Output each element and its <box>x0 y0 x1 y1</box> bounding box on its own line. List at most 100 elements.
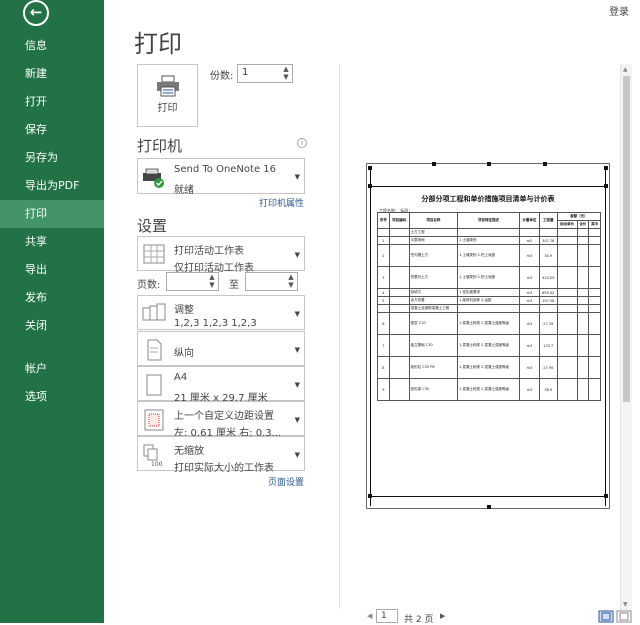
no-scaling-icon: 100 <box>143 444 163 467</box>
print-button[interactable]: 打印 <box>137 64 198 127</box>
table-cell <box>576 244 590 267</box>
table-cell: 8 <box>377 356 390 379</box>
nav-options[interactable]: 选项 <box>0 383 104 411</box>
table-cell <box>576 266 590 289</box>
nav-export-pdf[interactable]: 导出为PDF <box>0 172 104 200</box>
paper-title: A4 <box>174 372 188 383</box>
table-cell <box>588 228 601 237</box>
nav-print[interactable]: 打印 <box>0 200 104 228</box>
collate-subtitle: 1,2,3 1,2,3 1,2,3 <box>174 318 257 329</box>
nav-export[interactable]: 导出 <box>0 256 104 284</box>
chevron-down-icon: ▼ <box>294 346 300 354</box>
spin-up-icon[interactable]: ▲ <box>281 65 291 73</box>
print-scope-dropdown[interactable]: 打印活动工作表 仅打印活动工作表 ▼ <box>137 236 305 274</box>
next-page-icon[interactable]: ▶ <box>440 612 445 620</box>
preview-divider <box>339 64 340 609</box>
table-row: 1 平整场地 1.土壤类别 m2 307.78 <box>377 236 601 245</box>
nav-save-as[interactable]: 另存为 <box>0 144 104 172</box>
worksheet-icon <box>143 244 165 264</box>
table-row: 混凝土及钢筋混凝土工程 <box>377 304 601 313</box>
nav-publish[interactable]: 发布 <box>0 284 104 312</box>
table-cell <box>457 304 520 313</box>
table-cell: 1.混凝土种类 2.混凝土强度等级 <box>457 312 520 335</box>
scroll-up-icon[interactable]: ▲ <box>623 66 628 73</box>
page-setup-link[interactable]: 页面设置 <box>268 475 304 488</box>
table-cell <box>576 288 590 297</box>
table-cell <box>576 236 590 245</box>
view-buttons <box>598 610 632 623</box>
collate-title: 调整 <box>174 305 194 316</box>
table-cell: 独立基础 C30 <box>408 334 459 357</box>
table-cell: 197.38 <box>538 296 558 305</box>
nav-close[interactable]: 关闭 <box>0 312 104 340</box>
pages-to-input[interactable]: ▲ ▼ <box>245 272 298 291</box>
scroll-down-icon[interactable]: ▼ <box>623 601 628 608</box>
chevron-down-icon: ▼ <box>294 451 300 459</box>
back-arrow-icon[interactable]: ← <box>23 0 49 26</box>
table-cell <box>588 312 601 335</box>
table-cell <box>556 378 578 401</box>
scaling-subtitle: 打印实际大小的工作表 <box>174 463 274 474</box>
table-cell <box>588 334 601 357</box>
login-link[interactable]: 登录 <box>609 3 629 18</box>
col-header: 计量单位 <box>518 212 540 229</box>
spin-up-icon[interactable]: ▲ <box>286 273 296 281</box>
table-cell <box>588 378 601 401</box>
printer-properties-link[interactable]: 打印机属性 <box>259 196 304 209</box>
table-cell: m3 <box>518 266 540 289</box>
page-number-input[interactable]: 1 <box>376 609 398 623</box>
paper-size-dropdown[interactable]: A4 21 厘米 x 29.7 厘米 ▼ <box>137 366 305 404</box>
table-cell: 5 <box>377 296 390 305</box>
table-cell: m2 <box>518 236 540 245</box>
table-cell <box>556 266 578 289</box>
table-cell: 423.59 <box>538 266 558 289</box>
prev-page-icon[interactable]: ◀ <box>367 612 372 620</box>
table-cell <box>388 296 410 305</box>
table-cell: 1.密实度要求 <box>457 288 520 297</box>
table-cell: 6 <box>377 312 390 335</box>
table-cell <box>556 288 578 297</box>
nav-new[interactable]: 新建 <box>0 60 104 88</box>
pages-from-input[interactable]: ▲ ▼ <box>166 272 219 291</box>
nav-share[interactable]: 共享 <box>0 228 104 256</box>
table-cell: 307.78 <box>538 236 558 245</box>
table-cell: 3 <box>377 266 390 289</box>
table-row: 2 挖沟槽土方 1.土壤类别 2.挖土深度 m3 30.9 <box>377 244 601 267</box>
printer-name: Send To OneNote 16 <box>174 164 277 175</box>
copies-input[interactable]: 1 ▲ ▼ <box>237 64 293 83</box>
preview-scrollbar[interactable]: ▲ ▼ <box>620 64 632 610</box>
margins-dropdown[interactable]: 上一个自定义边距设置 左: 0.61 厘米 右: 0.3... ▼ <box>137 401 305 439</box>
table-cell <box>576 304 590 313</box>
nav-account[interactable]: 帐户 <box>0 355 104 383</box>
spin-down-icon[interactable]: ▼ <box>286 281 296 289</box>
table-cell <box>388 236 410 245</box>
pages-to-label: 至 <box>229 280 239 291</box>
info-icon[interactable]: i <box>297 138 307 148</box>
printer-dropdown[interactable]: Send To OneNote 16 就绪 ▼ <box>137 158 305 196</box>
paper-icon <box>146 374 162 396</box>
table-cell <box>388 304 410 313</box>
table-row: 6 垫层 C10 1.混凝土种类 2.混凝土强度等级 m3 27.39 <box>377 312 601 335</box>
collate-dropdown[interactable]: 调整 1,2,3 1,2,3 1,2,3 ▼ <box>137 295 305 330</box>
nav-info[interactable]: 信息 <box>0 32 104 60</box>
col-header: 工程量 <box>538 212 558 229</box>
table-cell <box>556 244 578 267</box>
table-cell <box>538 304 558 313</box>
table-cell <box>588 356 601 379</box>
table-cell <box>556 236 578 245</box>
printer-status-icon <box>143 168 164 188</box>
scaling-dropdown[interactable]: 100 无缩放 打印实际大小的工作表 ▼ <box>137 436 305 474</box>
table-cell <box>588 236 601 245</box>
table-cell <box>576 378 590 401</box>
spin-up-icon[interactable]: ▲ <box>207 273 217 281</box>
nav-open[interactable]: 打开 <box>0 88 104 116</box>
chevron-down-icon: ▼ <box>294 381 300 389</box>
table-cell <box>556 304 578 313</box>
spin-down-icon[interactable]: ▼ <box>207 281 217 289</box>
orientation-dropdown[interactable]: 纵向 ▼ <box>137 331 305 366</box>
table-cell: 1 <box>377 236 390 245</box>
spin-down-icon[interactable]: ▼ <box>281 73 291 81</box>
table-cell: 垫层 C10 <box>408 312 459 335</box>
nav-save[interactable]: 保存 <box>0 116 104 144</box>
scroll-thumb[interactable] <box>623 76 630 402</box>
